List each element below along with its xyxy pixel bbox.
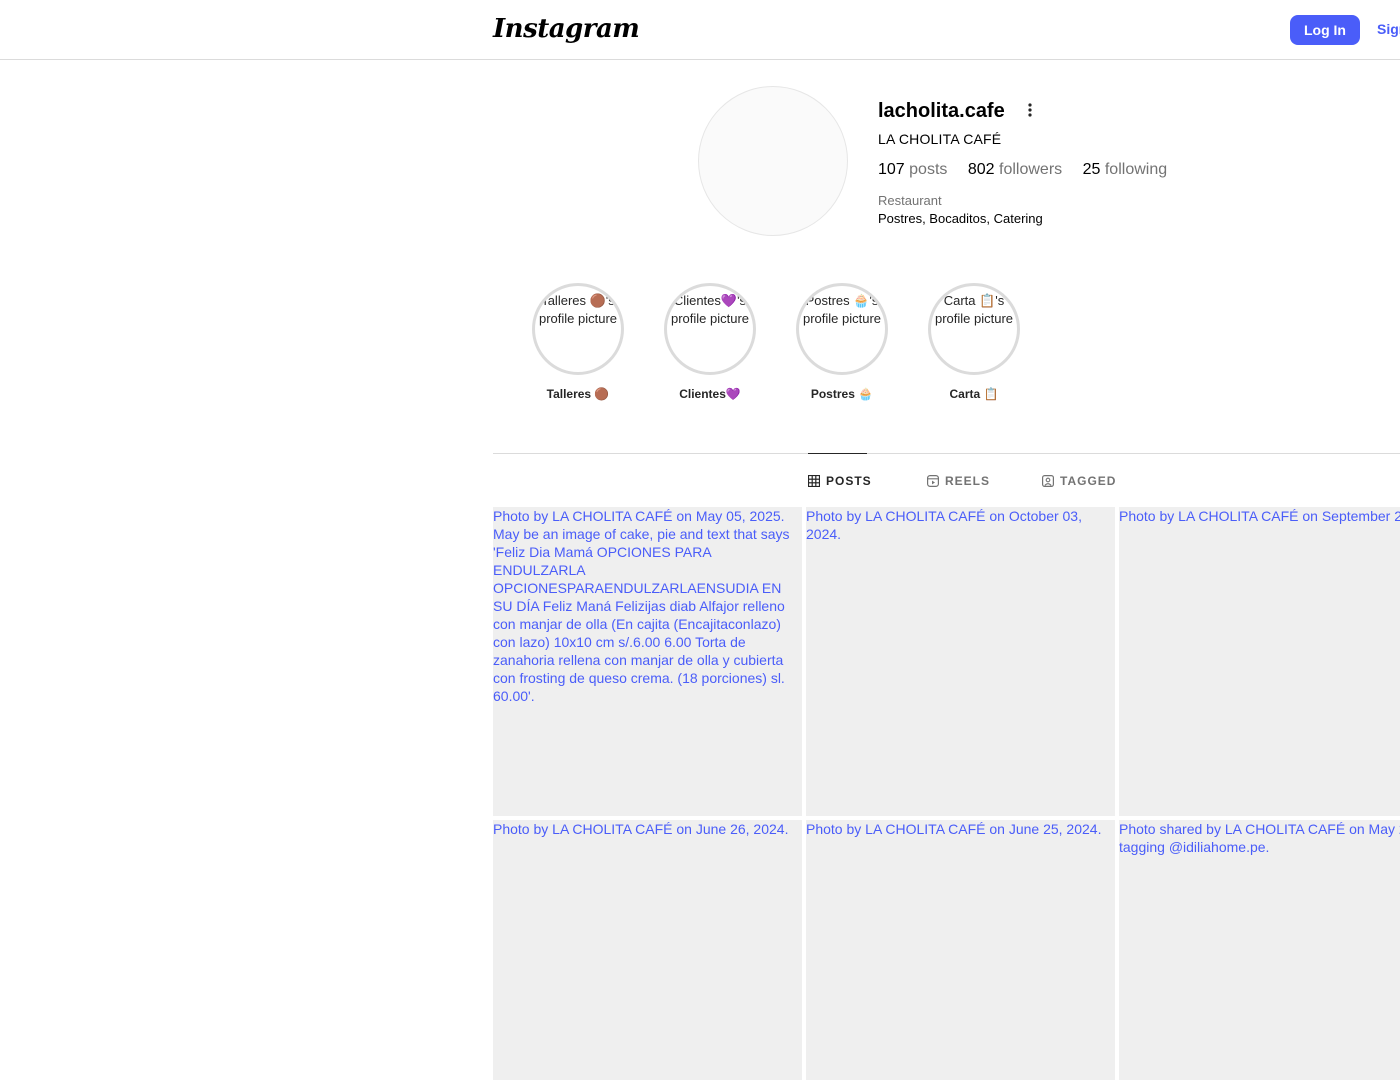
following-stat[interactable]: 25 following	[1083, 161, 1168, 178]
profile-full-name: LA CHOLITA CAFÉ	[878, 131, 1002, 147]
highlight-cover[interactable]: Clientes💜's profile picture	[664, 283, 756, 375]
post-alt-text: Photo by LA CHOLITA CAFÉ on October 03, …	[806, 508, 1082, 542]
profile-category: Restaurant	[878, 193, 942, 208]
profile-stats: 107 posts 802 followers 25 following	[878, 161, 1183, 179]
post-alt-text: Photo by LA CHOLITA CAFÉ on June 26, 202…	[493, 821, 789, 837]
highlight-cover[interactable]: Talleres 🟤's profile picture	[532, 283, 624, 375]
highlight-cover[interactable]: Postres 🧁's profile picture	[796, 283, 888, 375]
profile-bio: Postres, Bocaditos, Catering	[878, 211, 1043, 226]
tab-reels[interactable]: REELS	[927, 474, 990, 488]
highlight-clientes[interactable]: Clientes💜's profile picture Clientes💜	[655, 283, 765, 401]
followers-stat[interactable]: 802 followers	[968, 161, 1062, 178]
active-tab-indicator	[808, 453, 867, 454]
highlight-alt-text: Postres 🧁's profile picture	[802, 293, 882, 326]
login-button[interactable]: Log In	[1290, 15, 1360, 45]
highlight-carta[interactable]: Carta 📋's profile picture Carta 📋	[919, 283, 1029, 401]
tab-label: REELS	[945, 474, 991, 488]
highlight-cover[interactable]: Carta 📋's profile picture	[928, 283, 1020, 375]
tabs-divider	[493, 453, 1400, 454]
post-alt-text: Photo shared by LA CHOLITA CAFÉ on May 2…	[1119, 821, 1400, 855]
post-thumbnail[interactable]: Photo shared by LA CHOLITA CAFÉ on May 2…	[1119, 820, 1400, 1080]
profile-avatar[interactable]	[698, 86, 848, 236]
post-thumbnail[interactable]: Photo by LA CHOLITA CAFÉ on September 20…	[1119, 507, 1400, 816]
grid-icon	[808, 475, 820, 487]
signup-link[interactable]: Sign Up	[1377, 21, 1400, 37]
tagged-icon	[1042, 475, 1054, 487]
post-thumbnail[interactable]: Photo by LA CHOLITA CAFÉ on May 05, 2025…	[493, 507, 802, 816]
post-alt-text: Photo by LA CHOLITA CAFÉ on September 20…	[1119, 508, 1400, 524]
tab-label: TAGGED	[1060, 474, 1117, 488]
post-thumbnail[interactable]: Photo by LA CHOLITA CAFÉ on October 03, …	[806, 507, 1115, 816]
highlight-talleres[interactable]: Talleres 🟤's profile picture Talleres 🟤	[523, 283, 633, 401]
reels-icon	[927, 475, 939, 487]
tab-posts[interactable]: POSTS	[808, 474, 872, 488]
followers-label: followers	[999, 161, 1063, 178]
highlight-label: Carta 📋	[949, 387, 999, 401]
more-options-icon[interactable]	[1023, 102, 1037, 118]
highlight-label: Talleres 🟤	[546, 387, 610, 401]
following-label: following	[1104, 161, 1168, 178]
post-thumbnail[interactable]: Photo by LA CHOLITA CAFÉ on June 26, 202…	[493, 820, 802, 1080]
post-alt-text: Photo by LA CHOLITA CAFÉ on May 05, 2025…	[493, 508, 790, 704]
posts-count: 107	[878, 161, 905, 178]
highlight-label: Clientes💜	[679, 387, 741, 401]
tab-tagged[interactable]: TAGGED	[1042, 474, 1116, 488]
posts-stat: 107 posts	[878, 161, 947, 178]
followers-count: 802	[967, 161, 995, 178]
posts-label: posts	[909, 161, 948, 178]
top-navbar: Instagram Log In Sign Up	[0, 0, 1400, 60]
profile-username: lacholita.cafe	[878, 100, 1005, 122]
instagram-logo[interactable]: Instagram	[493, 14, 640, 44]
following-count: 25	[1082, 161, 1101, 178]
highlight-alt-text: Carta 📋's profile picture	[934, 293, 1014, 326]
post-alt-text: Photo by LA CHOLITA CAFÉ on June 25, 202…	[806, 821, 1102, 837]
highlight-label: Postres 🧁	[810, 387, 874, 401]
post-thumbnail[interactable]: Photo by LA CHOLITA CAFÉ on June 25, 202…	[806, 820, 1115, 1080]
highlight-postres[interactable]: Postres 🧁's profile picture Postres 🧁	[787, 283, 897, 401]
tab-label: POSTS	[826, 474, 872, 488]
highlight-alt-text: Talleres 🟤's profile picture	[538, 293, 618, 326]
highlight-alt-text: Clientes💜's profile picture	[670, 293, 750, 326]
